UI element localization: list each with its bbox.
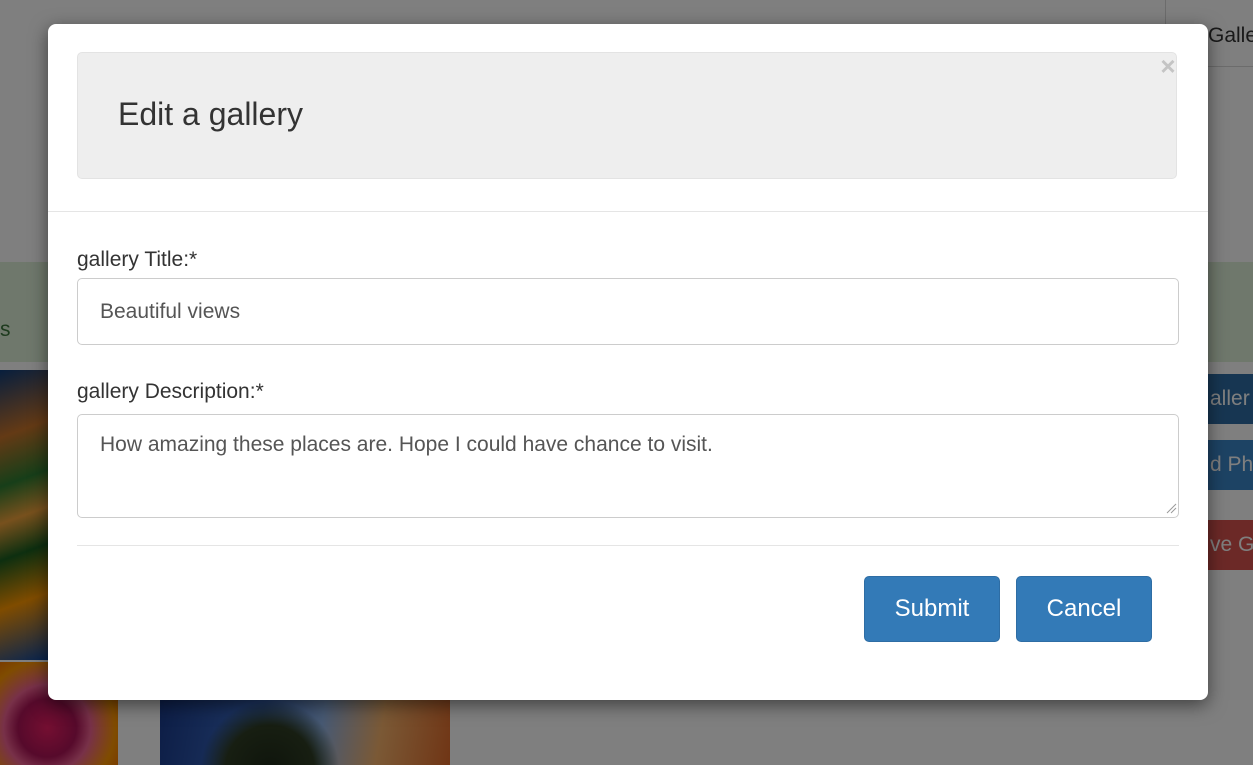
modal-footer-divider [77, 545, 1179, 546]
close-icon[interactable]: × [1156, 53, 1180, 79]
cancel-button[interactable]: Cancel [1016, 576, 1152, 642]
page: Galle s aller d Ph ve G Edit a gallery ×… [0, 0, 1253, 765]
edit-gallery-modal: Edit a gallery × gallery Title:* gallery… [48, 24, 1208, 700]
resize-grip-icon[interactable] [1165, 502, 1177, 514]
modal-header: Edit a gallery × [48, 24, 1208, 212]
modal-title-panel: Edit a gallery [77, 52, 1177, 179]
modal-title: Edit a gallery [118, 96, 303, 132]
submit-button[interactable]: Submit [864, 576, 1000, 642]
gallery-title-input[interactable] [77, 278, 1179, 345]
gallery-title-label: gallery Title:* [77, 248, 198, 271]
gallery-description-textarea[interactable]: How amazing these places are. Hope I cou… [77, 414, 1179, 518]
gallery-description-label: gallery Description:* [77, 380, 264, 403]
